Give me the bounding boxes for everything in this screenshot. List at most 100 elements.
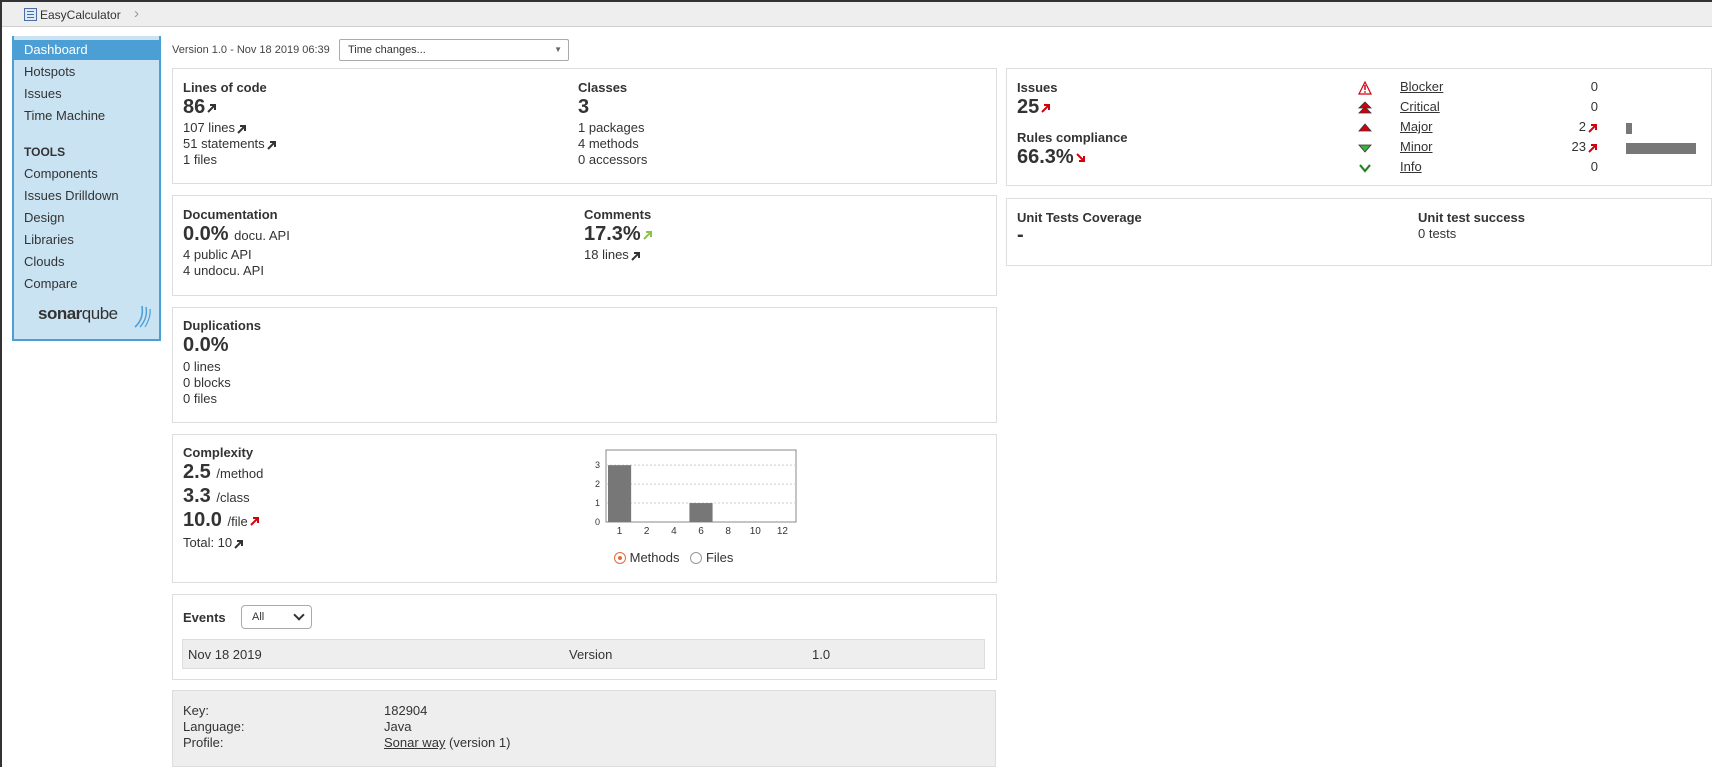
- key-value: 182904: [384, 703, 428, 718]
- events-filter-select[interactable]: All: [241, 605, 312, 629]
- comment-lines-row: 18 lines: [584, 247, 641, 262]
- severity-link-critical[interactable]: Critical: [1400, 99, 1440, 114]
- sonar-waves-icon: [134, 305, 151, 328]
- statements-value[interactable]: 51 statements: [183, 136, 265, 151]
- profile-version: (version 1): [449, 735, 511, 750]
- loc-value[interactable]: 86: [183, 96, 205, 118]
- chart-x-tick-label: 4: [671, 526, 677, 537]
- sidebar: Dashboard Hotspots Issues Time Machine T…: [12, 36, 161, 341]
- major-icon: [1358, 123, 1372, 132]
- public-api-value[interactable]: 4 public API: [183, 247, 252, 262]
- comments-value[interactable]: 17.3%: [584, 223, 641, 245]
- trend-up-red-icon: [1588, 123, 1597, 133]
- sidebar-item-libraries[interactable]: Libraries: [14, 230, 159, 250]
- severity-row-critical: Critical 0: [1006, 99, 1712, 117]
- documentation-title: Documentation: [183, 207, 278, 222]
- complexity-method-unit: /method: [216, 466, 264, 481]
- dup-blocks-value[interactable]: 0 blocks: [183, 375, 231, 390]
- methods-value[interactable]: 4 methods: [578, 136, 639, 151]
- documentation-value-row: 0.0% docu. API: [183, 223, 290, 246]
- severity-count-critical: 0: [1590, 99, 1598, 114]
- loc-value-row: 86: [183, 96, 217, 119]
- sidebar-item-components[interactable]: Components: [14, 164, 159, 184]
- test-success-value: 0 tests: [1418, 226, 1457, 241]
- severity-link-blocker[interactable]: Blocker: [1400, 79, 1443, 94]
- sidebar-item-clouds[interactable]: Clouds: [14, 252, 159, 272]
- severity-link-minor[interactable]: Minor: [1400, 139, 1433, 154]
- complexity-method-row: 2.5 /method: [183, 461, 263, 484]
- dropdown-caret-icon: ▼: [554, 45, 562, 54]
- documentation-value[interactable]: 0.0%: [183, 223, 229, 245]
- duplications-value[interactable]: 0.0%: [183, 334, 229, 357]
- radio-methods[interactable]: [614, 552, 626, 564]
- chart-x-tick-label: 12: [777, 526, 789, 537]
- chevron-down-icon: [293, 609, 305, 621]
- severity-row-info: Info 0: [1006, 159, 1712, 177]
- complexity-file-unit: /file: [227, 514, 248, 529]
- radio-files-label: Files: [705, 550, 734, 565]
- complexity-per-method[interactable]: 2.5: [183, 461, 211, 483]
- complexity-total[interactable]: Total: 10: [183, 535, 232, 550]
- version-label: Version 1.0 - Nov 18 2019 06:39: [172, 44, 330, 56]
- trend-up-green-icon: [643, 230, 652, 240]
- unit-tests-widget: [1006, 198, 1712, 266]
- files-value[interactable]: 1 files: [183, 152, 217, 167]
- sidebar-item-time-machine[interactable]: Time Machine: [14, 106, 159, 126]
- window-frame-left: [0, 0, 2, 767]
- breadcrumb: EasyCalculator ›: [2, 2, 1712, 27]
- coverage-title: Unit Tests Coverage: [1017, 210, 1142, 225]
- sidebar-item-dashboard[interactable]: Dashboard: [14, 40, 159, 60]
- minor-icon: [1358, 144, 1372, 153]
- info-icon: [1359, 164, 1371, 173]
- dup-files-value[interactable]: 0 files: [183, 391, 217, 406]
- severity-row-minor: Minor 23: [1006, 139, 1712, 157]
- sonarqube-logo[interactable]: sonarqube: [38, 304, 118, 324]
- lines-value[interactable]: 107 lines: [183, 120, 235, 135]
- accessors-value[interactable]: 0 accessors: [578, 152, 647, 167]
- sidebar-item-design[interactable]: Design: [14, 208, 159, 228]
- event-date: Nov 18 2019: [188, 647, 262, 662]
- time-changes-select[interactable]: Time changes... ▼: [339, 39, 569, 61]
- chart-x-tick-label: 10: [750, 526, 762, 537]
- profile-link[interactable]: Sonar way: [384, 735, 445, 750]
- profile-row: Sonar way (version 1): [384, 735, 510, 750]
- severity-count-major: 2: [1556, 119, 1598, 134]
- sidebar-item-hotspots[interactable]: Hotspots: [14, 62, 159, 82]
- packages-value[interactable]: 1 packages: [578, 120, 645, 135]
- sidebar-tools-heading: TOOLS: [24, 145, 66, 159]
- chart-y-tick-label: 1: [595, 498, 600, 508]
- trend-up-black-icon: [207, 103, 217, 113]
- chart-bar: [689, 503, 713, 522]
- comment-lines-value[interactable]: 18 lines: [584, 247, 629, 262]
- classes-value[interactable]: 3: [578, 96, 589, 119]
- radio-methods-label: Methods: [629, 550, 680, 565]
- severity-row-blocker: Blocker 0: [1006, 79, 1712, 97]
- language-label: Language:: [183, 719, 245, 734]
- project-info-panel: Key: 182904 Language: Java Profile: Sona…: [172, 690, 996, 767]
- language-value: Java: [384, 719, 412, 734]
- chart-x-tick-label: 1: [617, 526, 623, 537]
- sidebar-item-issues[interactable]: Issues: [14, 84, 159, 104]
- chart-x-tick-label: 2: [644, 526, 650, 537]
- event-category: Version: [569, 647, 613, 662]
- duplications-widget: [172, 307, 997, 423]
- classes-title: Classes: [578, 80, 628, 95]
- chart-y-tick-label: 2: [595, 479, 600, 489]
- complexity-per-file[interactable]: 10.0: [183, 509, 222, 531]
- complexity-per-class[interactable]: 3.3: [183, 485, 211, 507]
- documentation-suffix: docu. API: [234, 228, 290, 243]
- sidebar-item-compare[interactable]: Compare: [14, 274, 159, 294]
- duplications-title: Duplications: [183, 318, 262, 333]
- comments-title: Comments: [584, 207, 652, 222]
- sidebar-item-issues-drilldown[interactable]: Issues Drilldown: [14, 186, 159, 206]
- project-icon: [24, 8, 37, 21]
- coverage-value: -: [1017, 224, 1024, 246]
- dup-lines-value[interactable]: 0 lines: [183, 359, 221, 374]
- severity-link-info[interactable]: Info: [1400, 159, 1422, 174]
- undocu-api-value[interactable]: 4 undocu. API: [183, 263, 264, 278]
- breadcrumb-project[interactable]: EasyCalculator: [40, 8, 121, 22]
- radio-files[interactable]: [690, 552, 703, 564]
- key-label: Key:: [183, 703, 210, 718]
- severity-link-major[interactable]: Major: [1400, 119, 1433, 134]
- logo-text-bold: sonar: [38, 304, 82, 323]
